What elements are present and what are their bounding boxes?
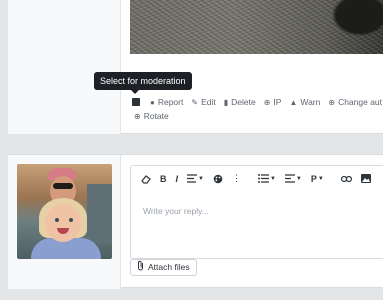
- select-for-moderation-checkbox[interactable]: [132, 98, 140, 106]
- avatar-photo-eye: [69, 218, 73, 222]
- change-author-label: Change aut: [338, 97, 383, 107]
- quick-reply-card: B I ▼ ⋮ ▼ ▼ P ▼ Write your reply... Atta…: [8, 154, 383, 289]
- edit-icon: ✎: [191, 97, 199, 107]
- avatar-photo-sunglasses: [53, 183, 73, 189]
- more-icon[interactable]: ⋮: [232, 171, 241, 187]
- warn-label: Warn: [300, 97, 321, 107]
- avatar[interactable]: [17, 164, 112, 259]
- post-card: [8, 0, 383, 134]
- reply-user-column: [8, 155, 121, 289]
- link-icon[interactable]: [340, 171, 352, 187]
- report-button[interactable]: ● Report: [150, 97, 183, 107]
- bold-icon[interactable]: B: [160, 171, 167, 187]
- italic-icon[interactable]: I: [176, 171, 179, 187]
- eraser-icon[interactable]: [141, 171, 151, 187]
- moderation-tooltip: Select for moderation: [94, 72, 192, 94]
- avatar-photo-background: [87, 184, 112, 244]
- change-author-icon: ⊕: [328, 97, 336, 107]
- ip-label: IP: [273, 97, 282, 107]
- paragraph-align-icon[interactable]: ▼: [284, 171, 302, 187]
- edit-button[interactable]: ✎ Edit: [191, 97, 215, 107]
- post-actions-bar: ● Report ✎ Edit ▮ Delete ⊕ IP ▲ Warn ⊕ C…: [132, 96, 383, 108]
- paperclip-icon: [137, 260, 144, 276]
- delete-label: Delete: [231, 97, 256, 107]
- attach-files-button[interactable]: Attach files: [130, 259, 197, 276]
- report-label: Report: [157, 97, 184, 107]
- image-icon[interactable]: [360, 171, 371, 187]
- post-user-column: [8, 0, 121, 134]
- avatar-photo-child-face: [45, 204, 81, 242]
- avatar-photo-eye: [55, 218, 59, 222]
- delete-button[interactable]: ▮ Delete: [224, 97, 256, 107]
- list-icon[interactable]: ▼: [257, 171, 276, 187]
- reply-placeholder: Write your reply...: [143, 206, 209, 216]
- warn-button[interactable]: ▲ Warn: [289, 97, 320, 107]
- align-icon[interactable]: ▼: [187, 171, 204, 187]
- ip-icon: ⊕: [263, 97, 271, 107]
- change-author-button[interactable]: ⊕ Change aut: [328, 97, 382, 107]
- editor-toolbar: B I ▼ ⋮ ▼ ▼ P ▼: [131, 166, 383, 191]
- rotate-icon: ⊕: [134, 111, 141, 121]
- paragraph-icon[interactable]: P ▼: [311, 171, 324, 187]
- reply-editor[interactable]: B I ▼ ⋮ ▼ ▼ P ▼ Write your reply...: [130, 165, 383, 259]
- rotate-button[interactable]: ⊕ Rotate: [134, 111, 169, 121]
- edit-label: Edit: [201, 97, 216, 107]
- rotate-label: Rotate: [143, 111, 169, 121]
- warn-icon: ▲: [289, 97, 298, 107]
- ip-button[interactable]: ⊕ IP: [264, 97, 282, 107]
- attach-files-label: Attach files: [148, 262, 190, 272]
- post-attached-image[interactable]: [130, 0, 383, 54]
- palette-icon[interactable]: [213, 171, 223, 187]
- report-icon: ●: [150, 97, 155, 107]
- delete-icon: ▮: [223, 97, 229, 107]
- post-actions-bar-secondary: ⊕ Rotate: [134, 111, 177, 121]
